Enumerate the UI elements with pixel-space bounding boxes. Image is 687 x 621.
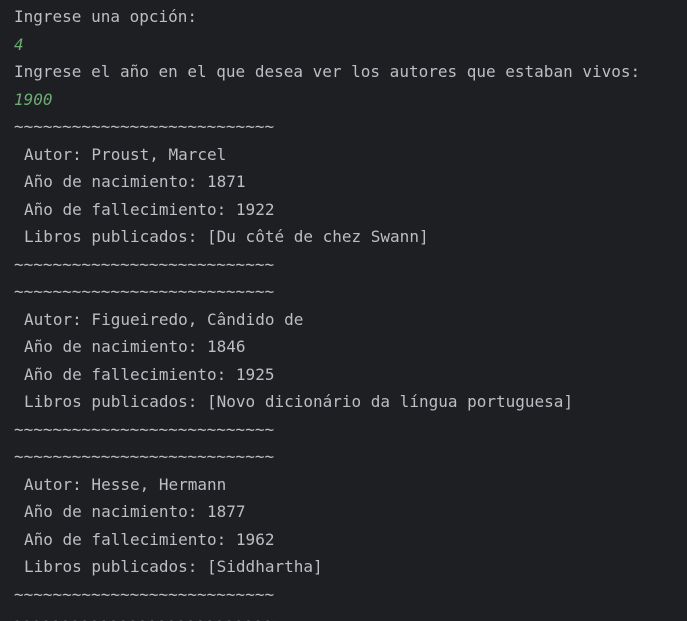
separator-line: ~~~~~~~~~~~~~~~~~~~~~~~~~~~ bbox=[14, 608, 687, 621]
author-birth-year: Año de nacimiento: 1871 bbox=[24, 172, 246, 191]
prompt-option: Ingrese una opción: bbox=[14, 7, 198, 26]
separator-line: ~~~~~~~~~~~~~~~~~~~~~~~~~~~ bbox=[14, 254, 275, 274]
author-name: Autor: Hesse, Hermann bbox=[24, 474, 227, 494]
separator-line: ~~~~~~~~~~~~~~~~~~~~~~~~~~~ bbox=[14, 584, 275, 604]
user-input-option: 4 bbox=[14, 34, 24, 54]
author-death-year: Año de fallecimiento: 1925 bbox=[24, 364, 275, 384]
author-death-year: Año de fallecimiento: 1962 bbox=[24, 529, 275, 549]
author-books: Libros publicados: [Novo dicionário da l… bbox=[24, 392, 574, 411]
console-output[interactable]: Ingrese una opción: 4 Ingrese el año en … bbox=[0, 0, 687, 621]
author-books: Libros publicados: [Siddhartha] bbox=[24, 557, 323, 576]
author-death-year: Año de fallecimiento: 1922 bbox=[24, 199, 275, 219]
separator-line: ~~~~~~~~~~~~~~~~~~~~~~~~~~~ bbox=[14, 117, 275, 136]
user-input-year: 1900 bbox=[14, 89, 53, 109]
author-birth-year: Año de nacimiento: 1877 bbox=[24, 502, 246, 521]
author-birth-year: Año de nacimiento: 1846 bbox=[24, 337, 246, 356]
prompt-year: Ingrese el año en el que desea ver los a… bbox=[14, 62, 641, 81]
author-name: Autor: Proust, Marcel bbox=[24, 144, 227, 164]
separator-line: ~~~~~~~~~~~~~~~~~~~~~~~~~~~ bbox=[14, 447, 275, 466]
separator-line: ~~~~~~~~~~~~~~~~~~~~~~~~~~~ bbox=[14, 419, 275, 439]
separator-line: ~~~~~~~~~~~~~~~~~~~~~~~~~~~ bbox=[14, 282, 275, 301]
author-books: Libros publicados: [Du côté de chez Swan… bbox=[24, 227, 429, 246]
author-name: Autor: Figueiredo, Cândido de bbox=[24, 309, 304, 329]
